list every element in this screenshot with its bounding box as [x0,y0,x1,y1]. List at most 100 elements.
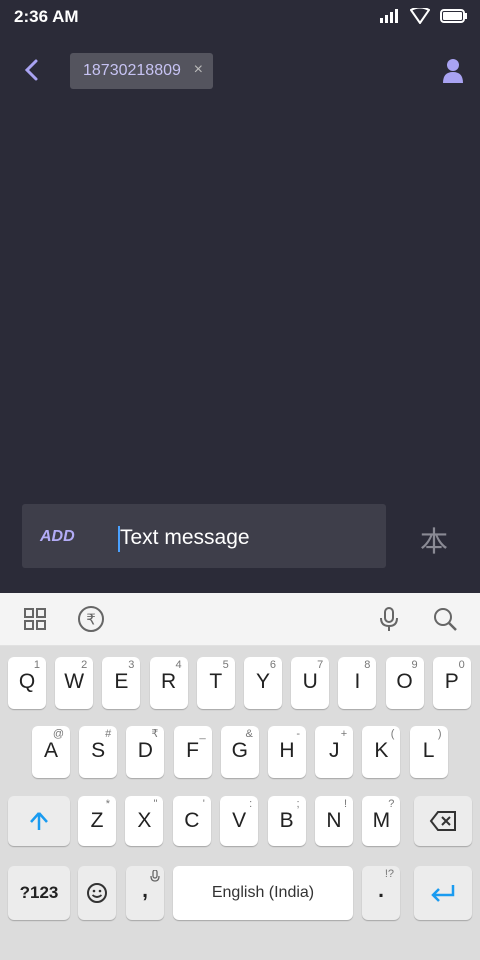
period-label: . [378,879,384,902]
key-label: M [372,809,391,832]
key-hint: + [340,728,348,740]
key-hint: ) [437,728,442,740]
svg-text:₹: ₹ [86,611,96,629]
key-y[interactable]: 6Y [244,657,282,709]
key-label: Z [90,809,104,832]
key-label: E [114,670,129,693]
key-label: Y [255,670,270,693]
comma-label: , [142,879,148,902]
key-h[interactable]: -H [268,726,306,778]
status-bar: 2:36 AM [0,0,480,34]
mic-hint-icon [150,870,160,882]
key-label: G [231,739,248,762]
key-d[interactable]: ₹ D [126,726,165,778]
key-hint: 7 [317,659,324,671]
key-r[interactable]: 4R [149,657,188,709]
shift-key[interactable] [8,796,70,846]
key-hint: ! [343,798,347,810]
space-key[interactable]: English (India) [173,866,353,920]
key-label: H [279,739,295,762]
key-hint: 8 [364,659,371,671]
key-hint: - [296,728,300,740]
rupee-currency-icon[interactable]: ₹ [77,605,105,633]
key-label: F [186,739,199,762]
period-key[interactable]: !? . [362,866,400,920]
key-hint: 4 [175,659,182,671]
key-hint: ₹ [151,728,159,740]
key-hint: 6 [269,659,276,671]
key-label: R [161,670,177,693]
key-w[interactable]: 2W [55,657,94,709]
key-label: L [422,739,435,762]
period-hint: !? [384,868,394,880]
emoji-key[interactable] [78,866,116,920]
signal-icon [380,9,398,23]
key-hint: ' [202,798,205,810]
key-label: B [279,809,294,832]
key-o[interactable]: 9O [385,657,424,709]
back-arrow-icon[interactable] [18,56,46,84]
enter-return-icon [431,885,455,902]
message-composer[interactable]: ADD Text message [22,504,386,568]
key-hint: 1 [33,659,40,671]
key-hint: 5 [222,659,229,671]
key-hint: ; [296,798,300,810]
key-hint: : [249,798,253,810]
key-n[interactable]: ! N [315,796,353,846]
key-b[interactable]: ; B [267,796,306,846]
send-button[interactable]: 本 [420,520,454,557]
grid-icon[interactable] [21,605,49,633]
enter-key[interactable] [414,866,472,920]
key-s[interactable]: # S [79,726,118,778]
message-input[interactable]: Text message [120,526,250,550]
key-label: X [137,809,152,832]
key-e[interactable]: 3E [102,657,141,709]
key-l[interactable]: ) L [409,726,448,778]
key-label: Q [18,670,36,693]
backspace-key[interactable] [414,796,472,846]
key-label: N [326,809,342,832]
key-label: T [209,670,223,693]
microphone-icon[interactable] [375,605,403,633]
key-v[interactable]: :V [220,796,259,846]
key-hint: @ [52,728,64,740]
key-label: J [328,739,340,762]
key-p[interactable]: 0P [432,657,471,709]
key-g[interactable]: & G [220,726,259,778]
key-hint: ( [390,728,395,740]
add-attachment-button[interactable]: ADD [40,528,75,546]
key-k[interactable]: (K [362,726,401,778]
key-j[interactable]: + J [315,726,354,778]
key-label: I [354,670,361,693]
wifi-icon [410,8,430,24]
recipient-chip[interactable]: 18730218809 × [70,53,213,89]
key-hint: _ [199,728,206,740]
conversation-toolbar: 18730218809 × [0,44,480,100]
status-icons [380,8,468,24]
key-label: O [396,670,413,693]
key-c[interactable]: ' C [172,796,211,846]
contact-person-icon[interactable] [442,58,464,84]
key-a[interactable]: @ A [32,726,70,778]
comma-key[interactable]: , [126,866,164,920]
search-icon[interactable] [431,605,459,633]
key-hint: 3 [128,659,135,671]
key-m[interactable]: ? M [362,796,401,846]
key-q[interactable]: 1Q [8,657,46,709]
remove-recipient-icon[interactable]: × [194,61,203,79]
keyboard-toolbar: ₹ [0,593,480,646]
key-f[interactable]: _ F [173,726,212,778]
key-label: C [184,809,200,832]
key-label: V [232,809,247,832]
symbols-key[interactable]: ?123 [8,866,70,920]
status-time: 2:36 AM [14,7,79,26]
backspace-icon [429,811,456,831]
shift-arrow-icon [30,812,48,830]
key-label: K [374,739,389,762]
key-x[interactable]: " X [125,796,164,846]
key-z[interactable]: * Z [78,796,116,846]
key-t[interactable]: 5T [196,657,235,709]
key-u[interactable]: 7U [291,657,330,709]
key-hint: & [245,728,253,740]
key-i[interactable]: 8I [338,657,377,709]
